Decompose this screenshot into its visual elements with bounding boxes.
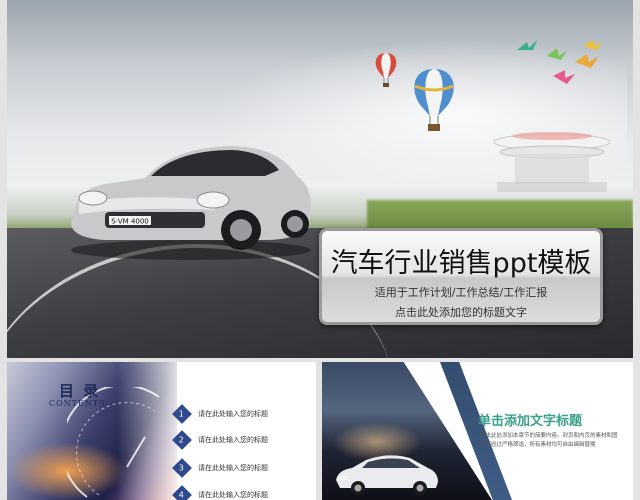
contents-item-text: 请在此处输入您的标题	[198, 436, 268, 444]
contents-item: 3 请在此处输入您的标题	[172, 458, 268, 478]
license-plate: S·VM 4000	[111, 218, 149, 226]
contents-item-text: 请在此处输入您的标题	[198, 410, 268, 418]
contents-item: 2 请在此处输入您的标题	[172, 430, 268, 450]
item-number-badge: 3	[172, 458, 192, 478]
hot-air-balloon-icon	[414, 69, 454, 131]
item-number-badge: 2	[172, 430, 192, 450]
flying-birds-icon	[517, 40, 603, 84]
item-number-badge: 4	[172, 485, 192, 500]
slide-subtitle-placeholder: 点击此处添加您的标题文字	[395, 306, 527, 319]
title-box[interactable]: 汽车行业销售ppt模板 适用于工作计划/工作总结/工作汇报 点击此处添加您的标题…	[319, 228, 603, 325]
hot-air-balloon-icon	[375, 53, 397, 87]
contents-item-text: 请在此处输入您的标题	[198, 464, 268, 472]
content-body-text: 单击此处添加本章节的简要内容。封页和内页的素材和图表都经过严格筛选，所有素材均可…	[480, 433, 618, 448]
slide-title: 汽车行业销售ppt模板	[330, 248, 592, 279]
contents-item-text: 请在此处输入您的标题	[198, 491, 268, 499]
contents-subtitle: CONTENTS	[49, 399, 106, 408]
thumbnail-contents-slide[interactable]: 目 录 CONTENTS 1 请在此处输入您的标题 2 请在此处输入您的标题 3…	[7, 362, 316, 500]
thumbnail-content-slide[interactable]: 单击添加文字标题 单击此处添加本章节的简要内容。封页和内页的素材和图表都经过严格…	[322, 362, 633, 500]
silver-sports-car-image: S·VM 4000	[71, 146, 311, 260]
contents-title: 目 录	[59, 382, 101, 400]
stadium-building-icon	[493, 132, 611, 192]
contents-item: 1 请在此处输入您的标题	[172, 404, 268, 424]
contents-item: 4 请在此处输入您的标题	[172, 485, 268, 500]
content-heading: 单击添加文字标题	[478, 414, 583, 429]
item-number-badge: 1	[172, 404, 192, 424]
slide-subtitle-usage: 适用于工作计划/工作总结/工作汇报	[374, 286, 548, 299]
photo-fade	[117, 362, 187, 500]
white-sedan-image	[336, 455, 438, 495]
main-slide-preview[interactable]: S·VM 4000 汽车行业销售ppt模板 适用于工作计划/工作总结/工作汇报 …	[7, 0, 633, 358]
